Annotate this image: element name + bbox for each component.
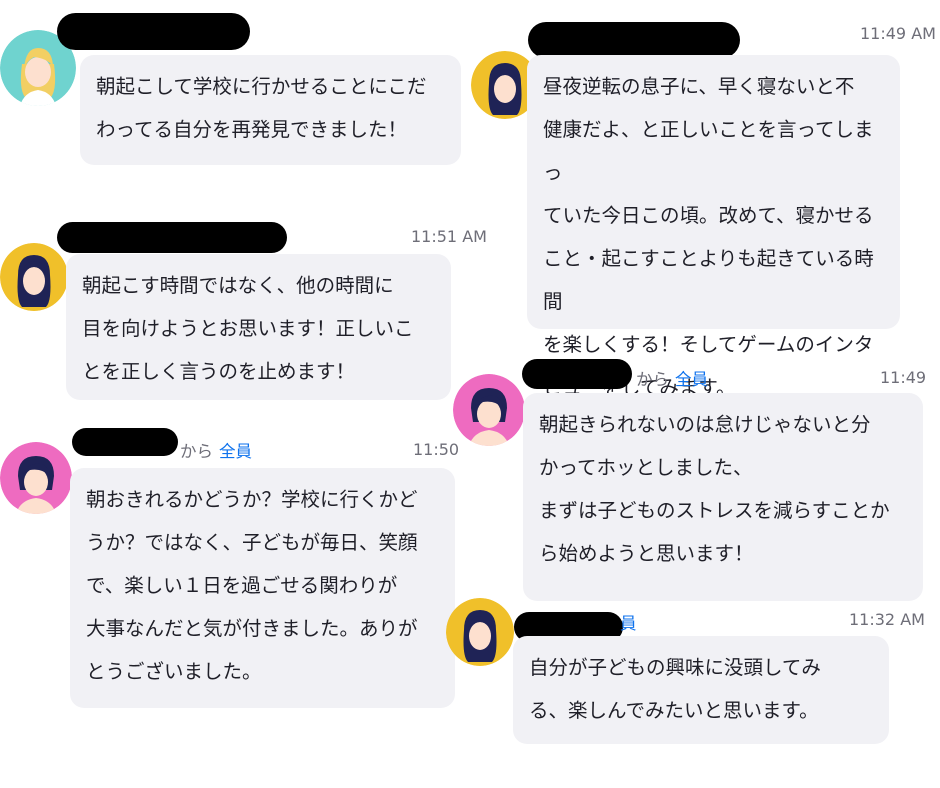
from-suffix: から — [636, 370, 669, 389]
message-bubble: 朝おきれるかどうか？学校に行くかど うか？ではなく、子どもが毎日、笑顔 で、楽し… — [70, 468, 455, 708]
message-bubble: 朝起きられないのは怠けじゃないと分 かってホッとしました、 まずは子どものストレ… — [523, 393, 923, 601]
message-timestamp: 11:49 AM — [860, 24, 936, 43]
message-timestamp: 11:32 AM — [849, 610, 925, 629]
message-recipient: 員 — [620, 610, 637, 634]
redacted-sender-name — [57, 222, 287, 253]
message-bubble: 朝起こす時間ではなく、他の時間に 目を向けようとお思います！正しいこ とを正しく… — [66, 254, 451, 400]
redacted-sender-name — [72, 428, 178, 456]
message-bubble: 朝起こして学校に行かせることにこだ わってる自分を再発見できました！ — [80, 55, 461, 165]
message-timestamp: 11:51 AM — [411, 227, 487, 246]
dark-haired-woman-avatar-icon — [0, 243, 68, 311]
message-timestamp: 11:50 — [413, 440, 460, 459]
redacted-sender-name — [57, 13, 250, 50]
message-bubble: 自分が子どもの興味に没頭してみ る、楽しんでみたいと思います。 — [513, 636, 889, 744]
woman-pink-avatar-icon — [453, 374, 525, 446]
dark-haired-woman-avatar-icon — [446, 598, 514, 666]
message-bubble: 昼夜逆転の息子に、早く寝ないと不 健康だよ、と正しいことを言ってしまっ ていた今… — [527, 55, 900, 399]
recipient-everyone-link[interactable]: 員 — [620, 614, 637, 633]
message-recipient: から 全員 — [180, 438, 252, 462]
message-recipient: から 全員 — [636, 366, 708, 390]
recipient-everyone-link[interactable]: 全員 — [219, 442, 252, 461]
from-suffix: から — [180, 442, 213, 461]
message-timestamp: 11:49 — [880, 368, 927, 387]
redacted-sender-name — [528, 22, 740, 58]
woman-pink-avatar-icon — [0, 442, 72, 514]
redacted-sender-name — [522, 359, 632, 389]
recipient-everyone-link[interactable]: 全員 — [675, 370, 708, 389]
